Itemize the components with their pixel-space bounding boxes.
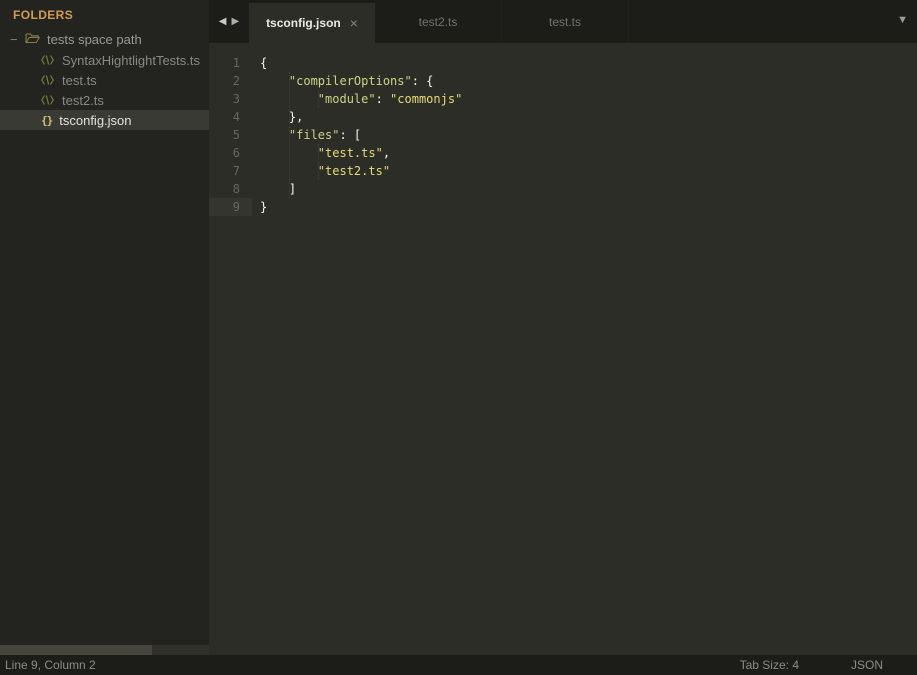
- indent-guide: [289, 72, 290, 198]
- nav-back-icon[interactable]: ◀: [219, 16, 227, 27]
- scrollbar-thumb[interactable]: [0, 645, 152, 655]
- line-number: 4: [209, 108, 252, 126]
- line-content: },: [260, 108, 303, 126]
- code-line-3: 3 "module": "commonjs": [209, 90, 917, 108]
- code-file-icon: [41, 53, 54, 68]
- line-number: 5: [209, 126, 252, 144]
- sidebar-file-test2.ts[interactable]: test2.ts: [0, 90, 209, 110]
- cursor-position-label: Line 9, Column 2: [5, 658, 96, 672]
- line-content: "module": "commonjs": [260, 90, 462, 108]
- line-number: 8: [209, 180, 252, 198]
- code-line-9: 9}: [209, 198, 917, 216]
- tab-label: test.ts: [549, 15, 581, 29]
- collapse-minus-icon[interactable]: −: [10, 32, 23, 47]
- tab-bar: ◀ ▶ tsconfig.json × test2.ts test.ts ▼: [209, 0, 917, 43]
- sidebar-file-test.ts[interactable]: test.ts: [0, 70, 209, 90]
- code-line-4: 4 },: [209, 108, 917, 126]
- indent-guide: [318, 144, 319, 180]
- tab-nav: ◀ ▶: [209, 0, 249, 43]
- tabs-container: tsconfig.json × test2.ts test.ts: [249, 0, 629, 43]
- line-content: ]: [260, 180, 296, 198]
- tab-test.ts[interactable]: test.ts: [502, 0, 629, 43]
- code-line-8: 8 ]: [209, 180, 917, 198]
- line-number: 6: [209, 144, 252, 162]
- editor-window: FOLDERS − tests space path SyntaxHightli…: [0, 0, 917, 675]
- file-tree: SyntaxHightlightTests.ts test.ts test2.ts {…: [0, 50, 209, 130]
- sidebar-file-syntaxhightlighttests.ts[interactable]: SyntaxHightlightTests.ts: [0, 50, 209, 70]
- file-name: test2.ts: [62, 93, 104, 108]
- nav-forward-icon[interactable]: ▶: [232, 16, 240, 27]
- code-line-5: 5 "files": [: [209, 126, 917, 144]
- file-name: tsconfig.json: [59, 113, 131, 128]
- status-bar: Line 9, Column 2 Tab Size: 4 JSON: [0, 655, 917, 675]
- sidebar-folder-tests-space-path[interactable]: − tests space path: [0, 29, 209, 50]
- code-file-icon: [41, 73, 54, 88]
- line-content: "test.ts",: [260, 144, 390, 162]
- file-name: SyntaxHightlightTests.ts: [62, 53, 200, 68]
- line-number: 9: [209, 198, 252, 216]
- code-line-6: 6 "test.ts",: [209, 144, 917, 162]
- sidebar-horizontal-scrollbar[interactable]: [0, 645, 209, 655]
- line-content: "files": [: [260, 126, 361, 144]
- syntax-mode-button[interactable]: JSON: [851, 658, 883, 672]
- line-content: "test2.ts": [260, 162, 390, 180]
- code-line-7: 7 "test2.ts": [209, 162, 917, 180]
- tab-tsconfig.json[interactable]: tsconfig.json ×: [249, 3, 375, 43]
- code-line-1: 1{: [209, 54, 917, 72]
- tab-overflow-dropdown-icon[interactable]: ▼: [897, 14, 908, 26]
- code-file-icon: [41, 93, 54, 108]
- line-content: {: [260, 54, 267, 72]
- code-editor[interactable]: 1{2 "compilerOptions": {3 "module": "com…: [209, 43, 917, 655]
- tab-close-icon[interactable]: ×: [350, 18, 358, 28]
- braces-file-icon: {}: [41, 114, 52, 127]
- code-line-2: 2 "compilerOptions": {: [209, 72, 917, 90]
- tab-test2.ts[interactable]: test2.ts: [375, 0, 502, 43]
- line-content: "compilerOptions": {: [260, 72, 433, 90]
- sidebar-folders-header: FOLDERS: [0, 0, 209, 29]
- tab-size-button[interactable]: Tab Size: 4: [740, 658, 799, 672]
- line-number: 3: [209, 90, 252, 108]
- tab-label: test2.ts: [419, 15, 458, 29]
- line-content: }: [260, 198, 267, 216]
- folder-name: tests space path: [47, 32, 142, 47]
- tab-label: tsconfig.json: [266, 16, 341, 30]
- line-number: 2: [209, 72, 252, 90]
- line-number: 7: [209, 162, 252, 180]
- sidebar: FOLDERS − tests space path SyntaxHightli…: [0, 0, 209, 655]
- sidebar-file-tsconfig.json[interactable]: {} tsconfig.json: [0, 110, 209, 130]
- file-name: test.ts: [62, 73, 97, 88]
- open-folder-icon: [25, 32, 40, 47]
- line-number: 1: [209, 54, 252, 72]
- indent-guide: [318, 90, 319, 108]
